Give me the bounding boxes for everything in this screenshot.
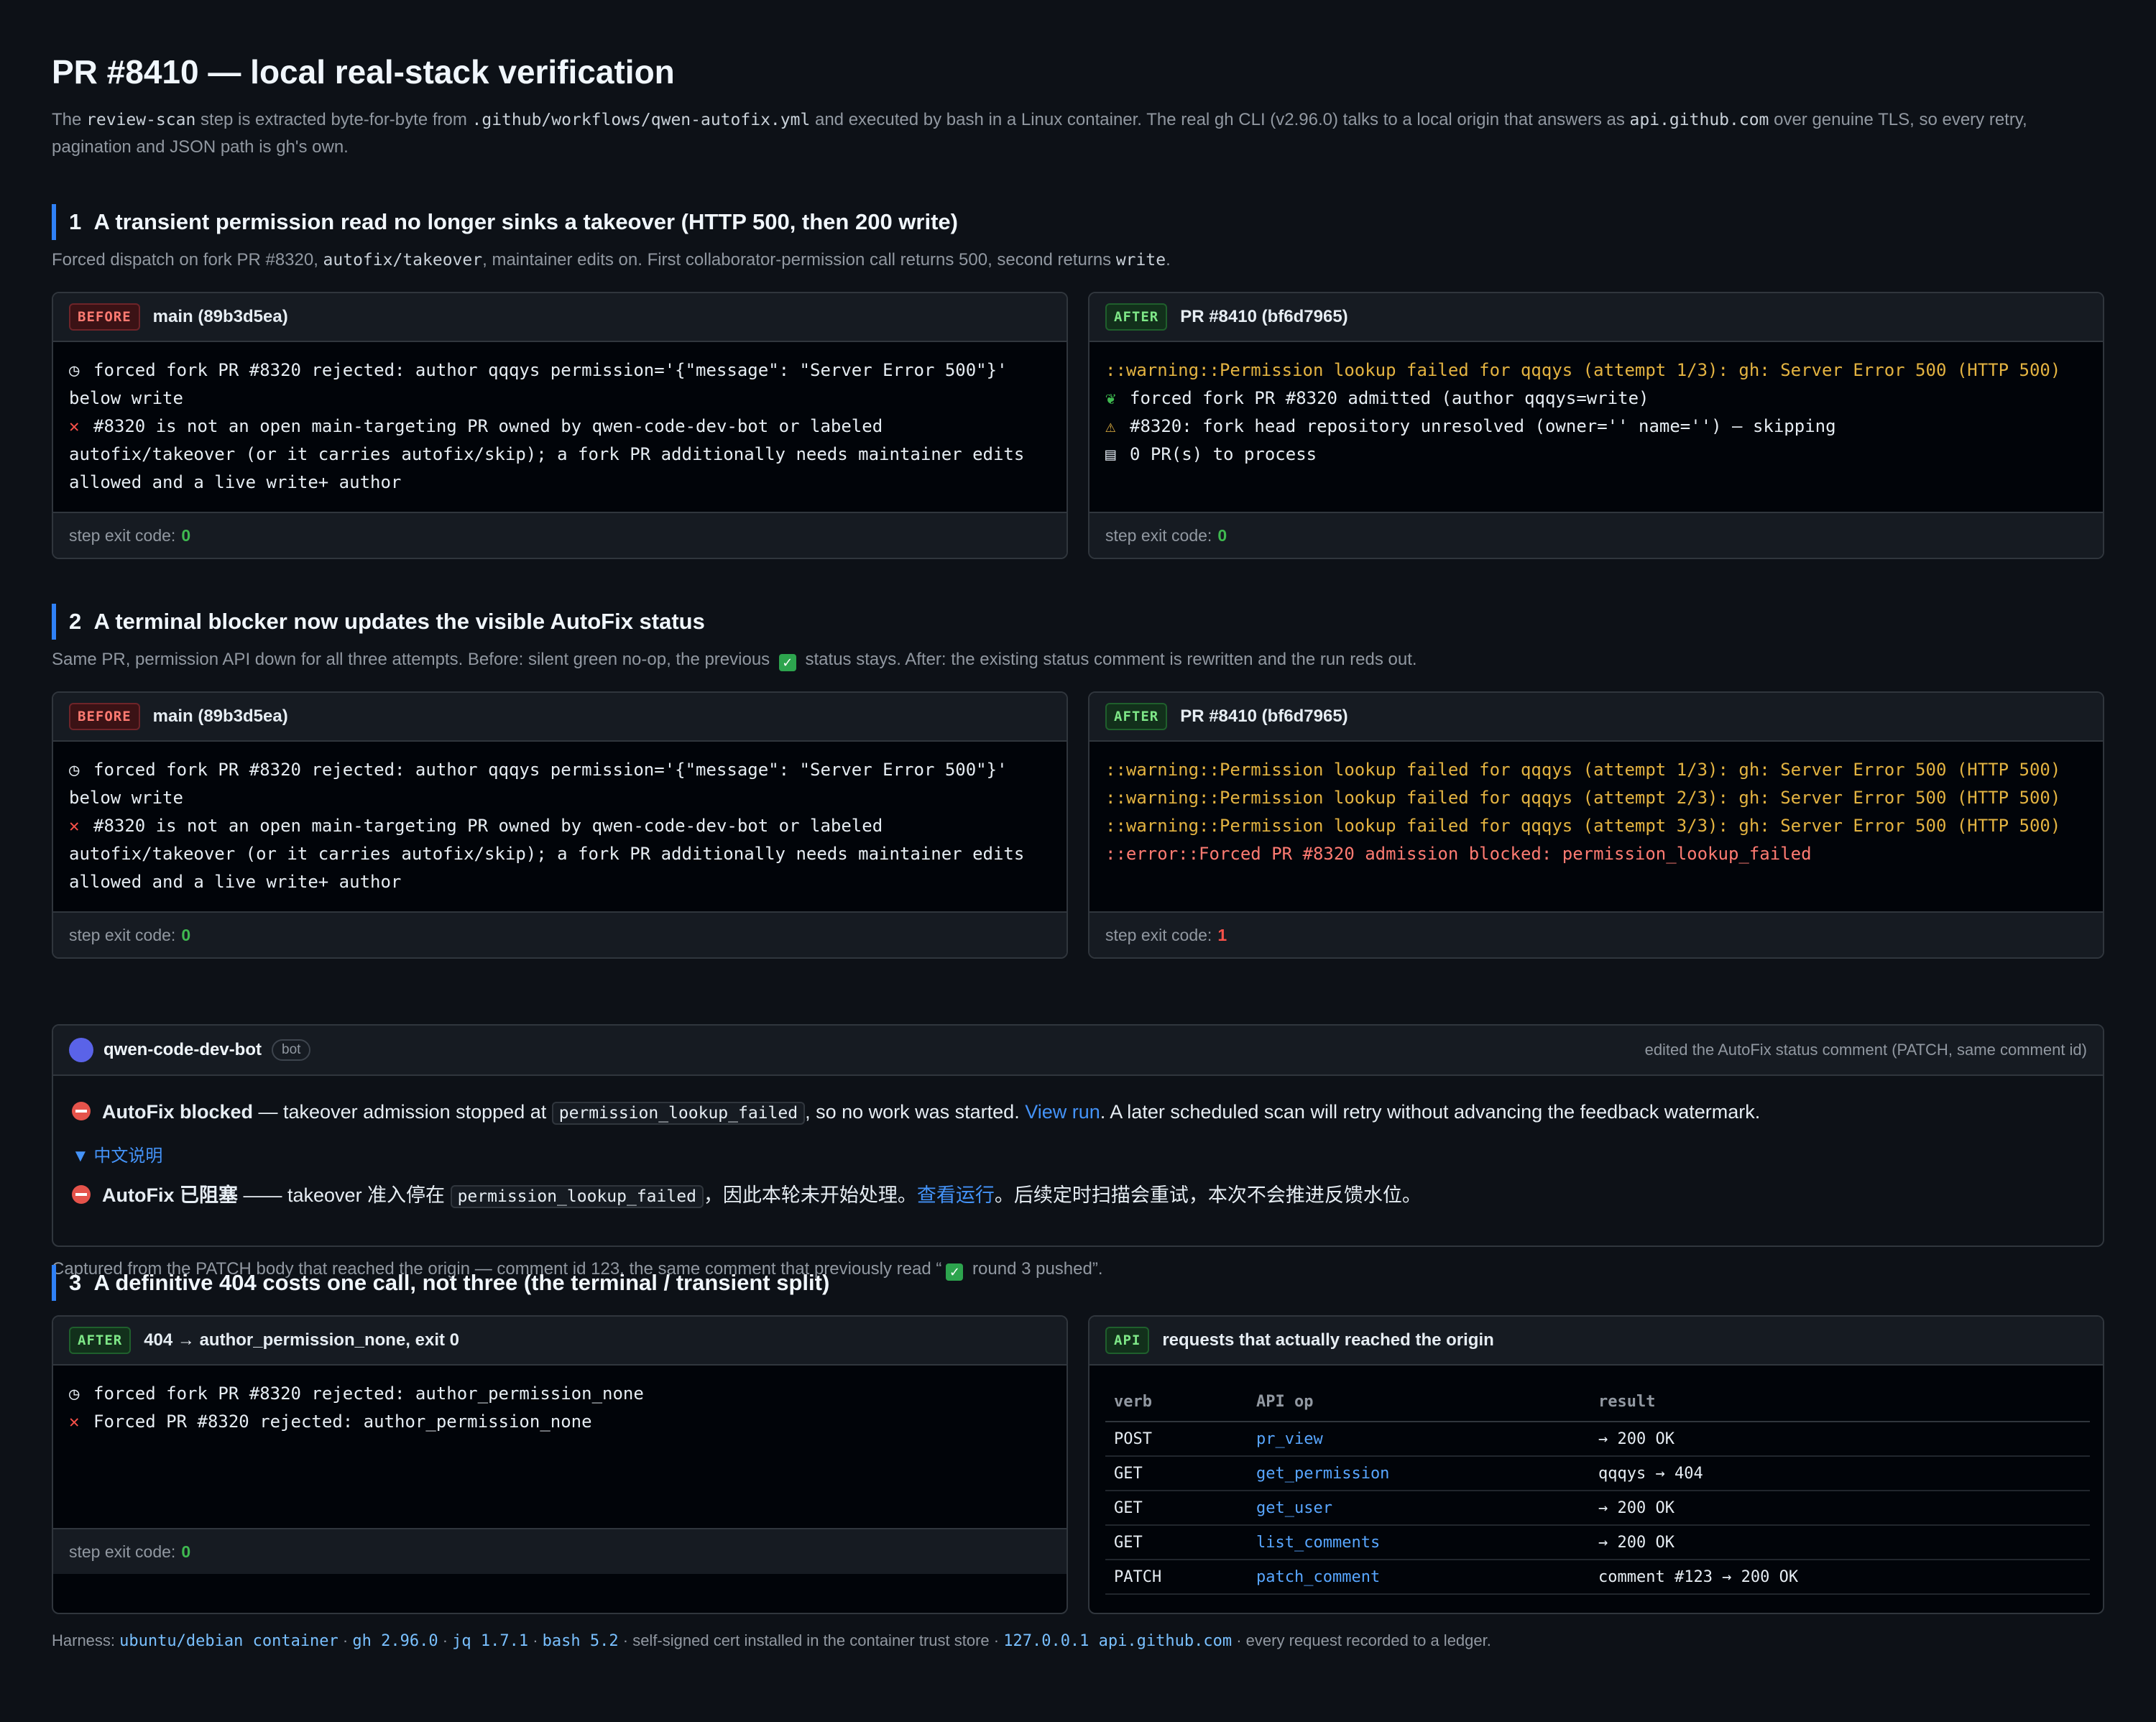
column-header: API op [1256, 1383, 1598, 1422]
section-3-panels: AFTER 404 → author_permission_none, exit … [52, 1315, 2104, 1614]
view-run-link[interactable]: View run [1025, 1101, 1100, 1123]
requests-table: verb API op result POST pr_view → 200 OK G… [1105, 1383, 2090, 1595]
section-3-heading: 3 A definitive 404 costs one call, not t… [52, 1265, 2104, 1301]
after-panel: AFTER PR #8410 (bf6d7965) ::warning::Perm… [1088, 292, 2104, 559]
stopwatch-icon: ◷ [69, 1383, 80, 1404]
section-1: 1 A transient permission read no longer … [52, 204, 2104, 559]
page: PR #8410 — local real-stack verification… [52, 50, 2104, 1614]
warning-icon: ⚠ [1105, 416, 1116, 436]
comment-body: AutoFix blocked — takeover admission sto… [53, 1076, 2103, 1214]
stopwatch-icon: ◷ [69, 760, 80, 780]
log-output: ◷ forced fork PR #8320 rejected: author q… [53, 342, 1067, 497]
intro-text: The review-scan step is extracted byte-f… [52, 110, 2027, 157]
comment-header: qwen-code-dev-bot bot edited the AutoFix… [53, 1026, 2103, 1076]
seedling-icon: ❦ [1105, 388, 1116, 408]
table-row: PATCH patch_comment comment #123 → 200 OK [1105, 1560, 2090, 1595]
clipboard-icon: ▤ [1105, 444, 1116, 464]
panel-header: AFTER PR #8410 (bf6d7965) [1089, 693, 2103, 742]
exit-code: 0 [181, 1542, 191, 1561]
after-panel: AFTER 404 → author_permission_none, exit … [52, 1315, 1068, 1614]
section-3: 3 A definitive 404 costs one call, not t… [52, 1265, 2104, 1614]
section-2-subtitle: Same PR, permission API down for all thr… [52, 650, 1417, 671]
exit-code-footer: step exit code: 0 [53, 512, 1067, 558]
panel-header: AFTER 404 → author_permission_none, exit … [53, 1317, 1067, 1366]
before-badge: BEFORE [69, 303, 140, 331]
after-badge: AFTER [69, 1327, 132, 1354]
panel-header: BEFORE main (89b3d5ea) [53, 293, 1067, 342]
exit-code-footer: step exit code: 0 [53, 1528, 1067, 1574]
panel-header: BEFORE main (89b3d5ea) [53, 693, 1067, 742]
table-row: GET get_permission qqqys → 404 [1105, 1456, 2090, 1491]
harness-footer: Harness: ubuntu/debian container · gh 2.… [52, 1631, 1491, 1650]
bot-badge: bot [272, 1039, 311, 1061]
section-1-panels: BEFORE main (89b3d5ea) ◷ forced fork PR #8… [52, 292, 2104, 559]
cross-mark-icon: ✕ [69, 816, 80, 836]
api-badge: API [1105, 1327, 1150, 1354]
section-2-panels: BEFORE main (89b3d5ea) ◷ forced fork PR #8… [52, 691, 2104, 959]
after-badge: AFTER [1105, 303, 1168, 331]
column-header: verb [1105, 1383, 1256, 1422]
cross-mark-icon: ✕ [69, 416, 80, 436]
comment-line-en: AutoFix blocked — takeover admission sto… [72, 1095, 2084, 1131]
exit-code-footer: step exit code: 0 [1089, 512, 2103, 558]
log-output: ◷ forced fork PR #8320 rejected: author_p… [53, 1366, 1067, 1436]
avatar[interactable] [69, 1038, 93, 1062]
comment-note: edited the AutoFix status comment (PATCH… [1644, 1041, 2087, 1059]
api-panel: API requests that actually reached the or… [1088, 1315, 2104, 1614]
table-header-row: verb API op result [1105, 1383, 2090, 1422]
table-row: GET get_user → 200 OK [1105, 1491, 2090, 1526]
check-mark-icon: ✓ [778, 654, 796, 671]
before-badge: BEFORE [69, 703, 140, 730]
panel-header: AFTER PR #8410 (bf6d7965) [1089, 293, 2103, 342]
section-2: 2 A terminal blocker now updates the vis… [52, 604, 2104, 1281]
stopwatch-icon: ◷ [69, 360, 80, 380]
exit-code-footer: step exit code: 1 [1089, 911, 2103, 957]
details-toggle[interactable]: ▼ 中文说明 [72, 1141, 2084, 1172]
status-comment: qwen-code-dev-bot bot edited the AutoFix… [52, 1024, 2104, 1247]
comment-line-zh: AutoFix 已阻塞 —— takeover 准入停在 permission_… [72, 1178, 2084, 1214]
before-panel: BEFORE main (89b3d5ea) ◷ forced fork PR #8… [52, 691, 1068, 959]
exit-code-footer: step exit code: 0 [53, 911, 1067, 957]
page-title: PR #8410 — local real-stack verification [52, 53, 675, 91]
table-row: GET list_comments → 200 OK [1105, 1525, 2090, 1560]
after-badge: AFTER [1105, 703, 1168, 730]
table-row: POST pr_view → 200 OK [1105, 1422, 2090, 1457]
comment-author[interactable]: qwen-code-dev-bot [103, 1040, 262, 1060]
exit-code: 0 [181, 525, 191, 545]
no-entry-icon [72, 1102, 91, 1120]
section-1-heading: 1 A transient permission read no longer … [52, 204, 2104, 240]
exit-code: 1 [1217, 925, 1227, 944]
view-run-link-zh[interactable]: 查看运行 [917, 1184, 995, 1206]
exit-code: 0 [181, 925, 191, 944]
log-output: ::warning::Permission lookup failed for … [1105, 760, 2061, 864]
no-entry-icon [72, 1185, 91, 1204]
cross-mark-icon: ✕ [69, 1412, 80, 1432]
panel-header: API requests that actually reached the or… [1089, 1317, 2103, 1366]
log-output: ::warning::Permission lookup failed for … [1089, 342, 2103, 469]
before-panel: BEFORE main (89b3d5ea) ◷ forced fork PR #8… [52, 292, 1068, 559]
column-header: result [1598, 1383, 2090, 1422]
section-2-heading: 2 A terminal blocker now updates the vis… [52, 604, 2104, 640]
section-1-subtitle: Forced dispatch on fork PR #8320, autofi… [52, 250, 1171, 270]
log-output: ◷ forced fork PR #8320 rejected: author q… [53, 742, 1067, 896]
after-panel: AFTER PR #8410 (bf6d7965) ::warning::Perm… [1088, 691, 2104, 959]
exit-code: 0 [1217, 525, 1227, 545]
